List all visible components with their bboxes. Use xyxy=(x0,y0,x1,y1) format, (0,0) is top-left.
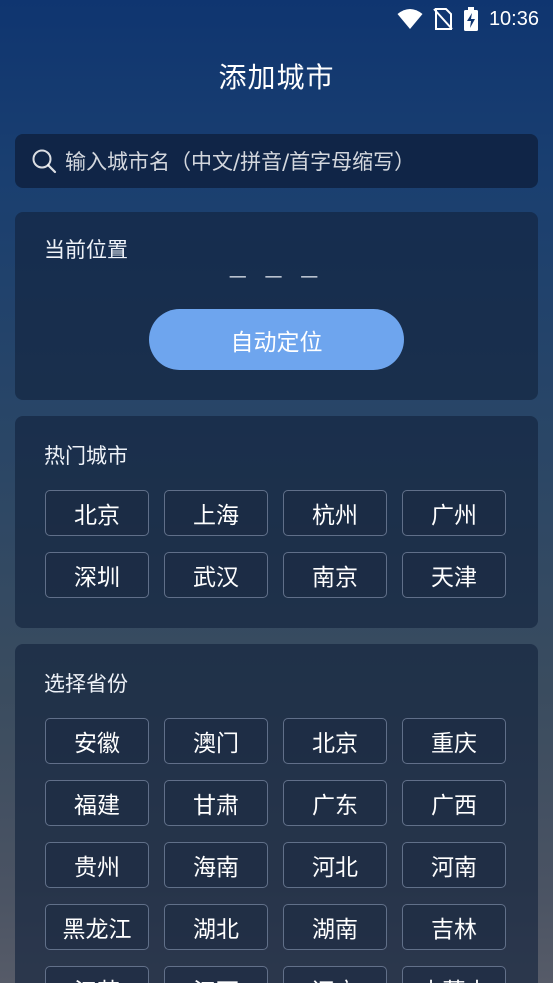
province-chip[interactable]: 安徽 xyxy=(45,718,149,764)
search-icon xyxy=(32,149,57,174)
province-card: 选择省份 安徽 澳门 北京 重庆 福建 甘肃 广东 广西 贵州 海南 河北 河南… xyxy=(15,644,538,983)
hot-cities-card: 热门城市 北京 上海 杭州 广州 深圳 武汉 南京 天津 xyxy=(15,416,538,628)
province-chip[interactable]: 贵州 xyxy=(45,842,149,888)
province-chip[interactable]: 重庆 xyxy=(402,718,506,764)
province-chip[interactable]: 江西 xyxy=(164,966,268,983)
hot-city-chip[interactable]: 武汉 xyxy=(164,552,268,598)
province-chip[interactable]: 福建 xyxy=(45,780,149,826)
current-location-title: 当前位置 xyxy=(44,238,128,262)
province-chip[interactable]: 甘肃 xyxy=(164,780,268,826)
hot-cities-title: 热门城市 xyxy=(44,444,128,468)
status-bar: 10:36 xyxy=(0,0,553,38)
province-chip[interactable]: 黑龙江 xyxy=(45,904,149,950)
page-title: 添加城市 xyxy=(218,61,335,94)
province-chip[interactable]: 湖南 xyxy=(283,904,387,950)
hot-cities-grid: 北京 上海 杭州 广州 深圳 武汉 南京 天津 xyxy=(45,490,506,598)
hot-city-chip[interactable]: 上海 xyxy=(164,490,268,536)
hot-city-chip[interactable]: 广州 xyxy=(402,490,506,536)
search-input[interactable]: 输入城市名（中文/拼音/首字母缩写） xyxy=(15,134,538,188)
province-chip[interactable]: 广东 xyxy=(283,780,387,826)
hot-city-chip[interactable]: 南京 xyxy=(283,552,387,598)
hot-city-chip[interactable]: 深圳 xyxy=(45,552,149,598)
province-chip[interactable]: 河北 xyxy=(283,842,387,888)
auto-locate-button[interactable]: 自动定位 xyxy=(149,309,404,370)
hot-city-chip[interactable]: 杭州 xyxy=(283,490,387,536)
province-chip[interactable]: 北京 xyxy=(283,718,387,764)
province-chip[interactable]: 湖北 xyxy=(164,904,268,950)
province-chip[interactable]: 海南 xyxy=(164,842,268,888)
current-location-value: — — — xyxy=(228,266,325,287)
province-chip[interactable]: 广西 xyxy=(402,780,506,826)
province-chip[interactable]: 吉林 xyxy=(402,904,506,950)
province-grid: 安徽 澳门 北京 重庆 福建 甘肃 广东 广西 贵州 海南 河北 河南 黑龙江 … xyxy=(45,718,506,983)
province-chip[interactable]: 河南 xyxy=(402,842,506,888)
province-chip[interactable]: 澳门 xyxy=(164,718,268,764)
no-sim-icon xyxy=(433,8,453,30)
hot-city-chip[interactable]: 天津 xyxy=(402,552,506,598)
current-location-card: 当前位置 — — — 自动定位 xyxy=(15,212,538,400)
battery-charging-icon xyxy=(463,7,478,31)
province-chip[interactable]: 内蒙古 xyxy=(402,966,506,983)
province-title: 选择省份 xyxy=(44,672,128,696)
province-chip[interactable]: 辽宁 xyxy=(283,966,387,983)
wifi-icon xyxy=(397,9,423,29)
hot-city-chip[interactable]: 北京 xyxy=(45,490,149,536)
search-placeholder: 输入城市名（中文/拼音/首字母缩写） xyxy=(65,150,416,174)
status-time: 10:36 xyxy=(488,7,539,30)
province-chip[interactable]: 江苏 xyxy=(45,966,149,983)
